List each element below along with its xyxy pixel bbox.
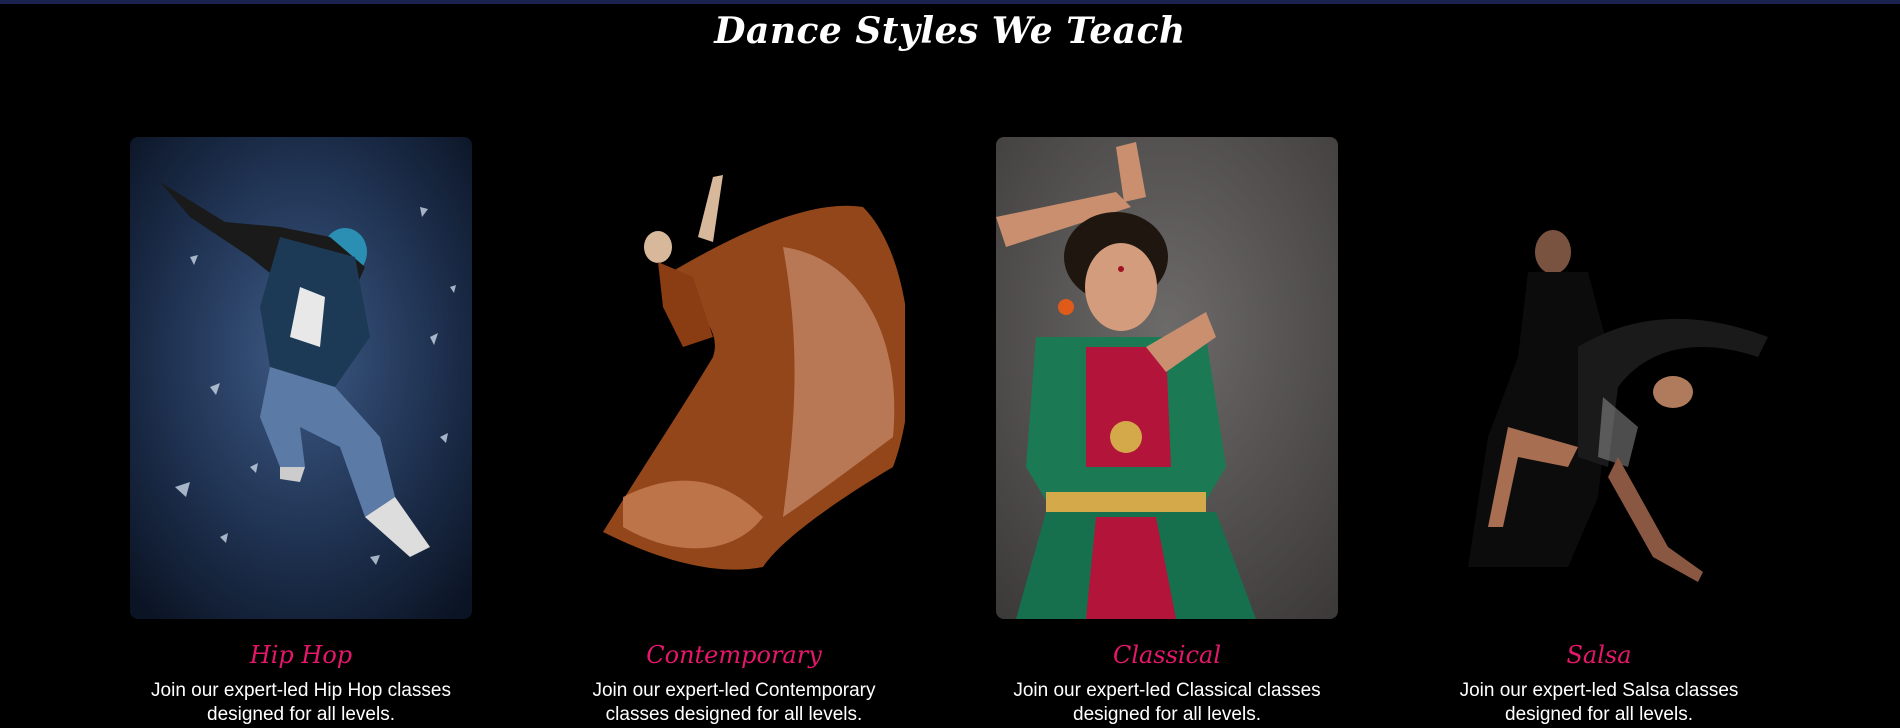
dance-style-description: Join our expert-led Contemporary classes… xyxy=(592,680,876,725)
dance-style-name: Hip Hop xyxy=(249,641,353,669)
dance-style-card-salsa[interactable]: Salsa Join our expert-led Salsa classes … xyxy=(1428,137,1770,727)
dance-style-name: Salsa xyxy=(1566,641,1632,669)
salsa-dancers-image xyxy=(1428,137,1770,619)
top-border xyxy=(0,0,1900,4)
dance-style-name: Classical xyxy=(1112,641,1222,669)
classical-dancer-image xyxy=(996,137,1338,619)
section-title: Dance Styles We Teach xyxy=(714,10,1186,52)
contemporary-dancer-image xyxy=(563,137,905,619)
dance-style-description: Join our expert-led Salsa classes design… xyxy=(1459,680,1739,725)
dance-style-description: Join our expert-led Hip Hop classes desi… xyxy=(151,680,451,725)
dance-style-description: Join our expert-led Classical classes de… xyxy=(1013,680,1321,725)
dance-style-card-hip-hop[interactable]: Hip Hop Join our expert-led Hip Hop clas… xyxy=(130,137,472,727)
dance-style-card-contemporary[interactable]: Contemporary Join our expert-led Contemp… xyxy=(563,137,905,727)
hip-hop-dancer-image xyxy=(130,137,472,619)
dance-style-card-classical[interactable]: Classical Join our expert-led Classical … xyxy=(996,137,1338,727)
dance-style-name: Contemporary xyxy=(646,641,822,669)
